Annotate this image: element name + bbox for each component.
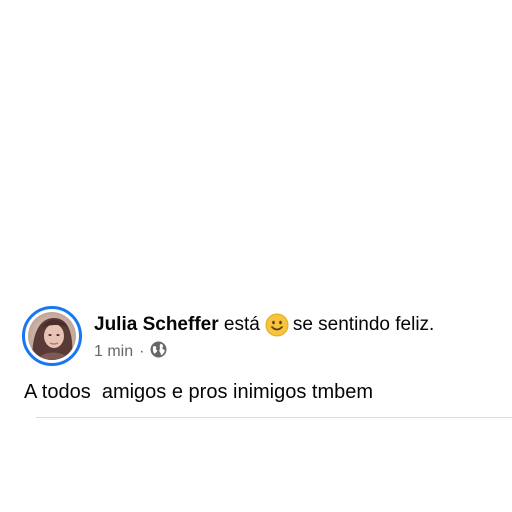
post-meta: 1 min · <box>94 341 167 363</box>
author-name[interactable]: Julia Scheffer <box>94 314 219 336</box>
feeling-text[interactable]: se sentindo feliz. <box>293 314 435 336</box>
post-header: Julia Scheffer está se sentindo feliz. <box>94 313 434 337</box>
avatar[interactable] <box>28 312 76 360</box>
activity-verb: está <box>223 314 260 335</box>
post-divider <box>36 417 512 418</box>
page: Julia Scheffer está se sentindo feliz. 1… <box>0 0 512 512</box>
post-timestamp[interactable]: 1 min <box>94 343 133 361</box>
meta-separator: · <box>139 343 145 360</box>
globe-icon[interactable] <box>150 341 167 363</box>
post-body-text: A todos amigos e pros inimigos tmbem <box>24 381 374 403</box>
avatar-story-ring[interactable] <box>22 306 82 366</box>
smiling-face-icon <box>265 313 289 337</box>
